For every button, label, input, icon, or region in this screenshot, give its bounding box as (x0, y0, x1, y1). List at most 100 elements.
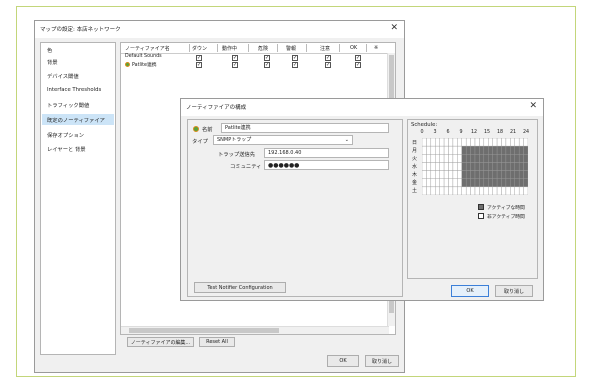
schedule-cell[interactable] (510, 186, 515, 195)
schedule-cell[interactable] (448, 162, 454, 171)
schedule-cell[interactable] (426, 170, 432, 179)
sidebar-item-default-notifiers[interactable]: 既定のノーティファイア (47, 116, 105, 124)
schedule-cell[interactable] (457, 145, 462, 155)
schedule-cell[interactable] (501, 145, 507, 155)
schedule-cell[interactable] (465, 170, 471, 179)
schedule-cell[interactable] (510, 162, 515, 171)
schedule-cell[interactable] (448, 178, 454, 188)
column-header-warning[interactable]: 注意 (320, 45, 330, 52)
schedule-cell[interactable] (488, 186, 493, 195)
schedule-cell[interactable] (435, 154, 440, 163)
checkbox-warning[interactable]: ✓ (325, 55, 331, 61)
schedule-cell[interactable] (518, 138, 524, 147)
schedule-cell[interactable] (505, 178, 511, 188)
schedule-cell[interactable] (496, 186, 502, 195)
schedule-cell[interactable] (422, 162, 427, 171)
schedule-cell[interactable] (426, 138, 432, 147)
checkbox-critical[interactable]: ✓ (264, 55, 270, 61)
close-icon[interactable]: ✕ (390, 23, 398, 33)
schedule-cell[interactable] (483, 154, 489, 163)
schedule-cell[interactable] (483, 178, 489, 188)
schedule-cell[interactable] (496, 178, 502, 188)
schedule-cell[interactable] (457, 178, 462, 188)
schedule-cell[interactable] (439, 154, 445, 163)
schedule-cell[interactable] (501, 178, 507, 188)
schedule-cell[interactable] (505, 170, 511, 179)
schedule-cell[interactable] (430, 170, 436, 179)
schedule-cell[interactable] (426, 178, 432, 188)
schedule-cell[interactable] (430, 162, 436, 171)
cancel-button[interactable]: 取り消し (365, 355, 399, 367)
schedule-cell[interactable] (470, 186, 476, 195)
schedule-cell[interactable] (492, 162, 498, 171)
checkbox-alarm[interactable]: ✓ (292, 62, 298, 68)
checkbox-ok[interactable]: ✓ (355, 62, 361, 68)
schedule-cell[interactable] (483, 186, 489, 195)
close-icon[interactable]: ✕ (529, 101, 537, 111)
column-header-running[interactable]: 動作中 (222, 45, 237, 52)
schedule-cell[interactable] (488, 178, 493, 188)
checkbox-down[interactable]: ✓ (196, 55, 202, 61)
schedule-cell[interactable] (470, 145, 476, 155)
schedule-cell[interactable] (514, 178, 520, 188)
schedule-cell[interactable] (488, 138, 493, 147)
schedule-cell[interactable] (474, 170, 480, 179)
schedule-cell[interactable] (426, 145, 432, 155)
schedule-cell[interactable] (483, 162, 489, 171)
schedule-cell[interactable] (461, 145, 467, 155)
schedule-cell[interactable] (483, 138, 489, 147)
schedule-cell[interactable] (422, 170, 427, 179)
schedule-cell[interactable] (505, 154, 511, 163)
schedule-cell[interactable] (470, 138, 476, 147)
schedule-cell[interactable] (430, 178, 436, 188)
schedule-cell[interactable] (430, 138, 436, 147)
schedule-cell[interactable] (435, 178, 440, 188)
schedule-cell[interactable] (501, 138, 507, 147)
schedule-cell[interactable] (443, 186, 449, 195)
schedule-cell[interactable] (426, 154, 432, 163)
schedule-cell[interactable] (430, 186, 436, 195)
schedule-cell[interactable] (465, 154, 471, 163)
sidebar-item-device-thresholds[interactable]: デバイス閾値 (47, 72, 79, 80)
schedule-cell[interactable] (492, 186, 498, 195)
schedule-cell[interactable] (518, 186, 524, 195)
schedule-cell[interactable] (422, 154, 427, 163)
schedule-cell[interactable] (448, 145, 454, 155)
schedule-cell[interactable] (443, 138, 449, 147)
column-header-more[interactable]: ※ (374, 45, 378, 51)
trap-destination-field[interactable]: 192.168.0.40 (264, 148, 389, 158)
schedule-cell[interactable] (474, 178, 480, 188)
schedule-cell[interactable] (435, 162, 440, 171)
schedule-cell[interactable] (501, 162, 507, 171)
schedule-cell[interactable] (496, 154, 502, 163)
schedule-cell[interactable] (510, 170, 515, 179)
sidebar-item-interface-thresholds[interactable]: Interface Thresholds (47, 87, 101, 93)
schedule-cell[interactable] (452, 154, 458, 163)
schedule-cell[interactable] (448, 186, 454, 195)
schedule-cell[interactable] (492, 178, 498, 188)
schedule-cell[interactable] (479, 178, 485, 188)
horizontal-scroll-thumb[interactable] (129, 328, 279, 333)
schedule-cell[interactable] (488, 145, 493, 155)
schedule-cell[interactable] (496, 170, 502, 179)
column-header-critical[interactable]: 危険 (258, 45, 268, 52)
schedule-cell[interactable] (465, 145, 471, 155)
schedule-cell[interactable] (457, 170, 462, 179)
schedule-cell[interactable] (523, 154, 528, 163)
schedule-cell[interactable] (505, 138, 511, 147)
schedule-cell[interactable] (518, 154, 524, 163)
horizontal-scrollbar[interactable] (121, 326, 389, 334)
schedule-cell[interactable] (483, 145, 489, 155)
schedule-cell[interactable] (523, 170, 528, 179)
list-item-default-sounds[interactable]: Default Sounds (125, 54, 162, 59)
sidebar-item-background[interactable]: 背景 (47, 58, 58, 66)
ok-button[interactable]: OK (327, 355, 359, 367)
schedule-cell[interactable] (523, 138, 528, 147)
schedule-cell[interactable] (514, 138, 520, 147)
schedule-cell[interactable] (514, 145, 520, 155)
schedule-cell[interactable] (435, 145, 440, 155)
schedule-cell[interactable] (435, 138, 440, 147)
schedule-cell[interactable] (430, 154, 436, 163)
schedule-cell[interactable] (492, 154, 498, 163)
type-select[interactable]: SNMPトラップ ⌄ (213, 135, 353, 145)
